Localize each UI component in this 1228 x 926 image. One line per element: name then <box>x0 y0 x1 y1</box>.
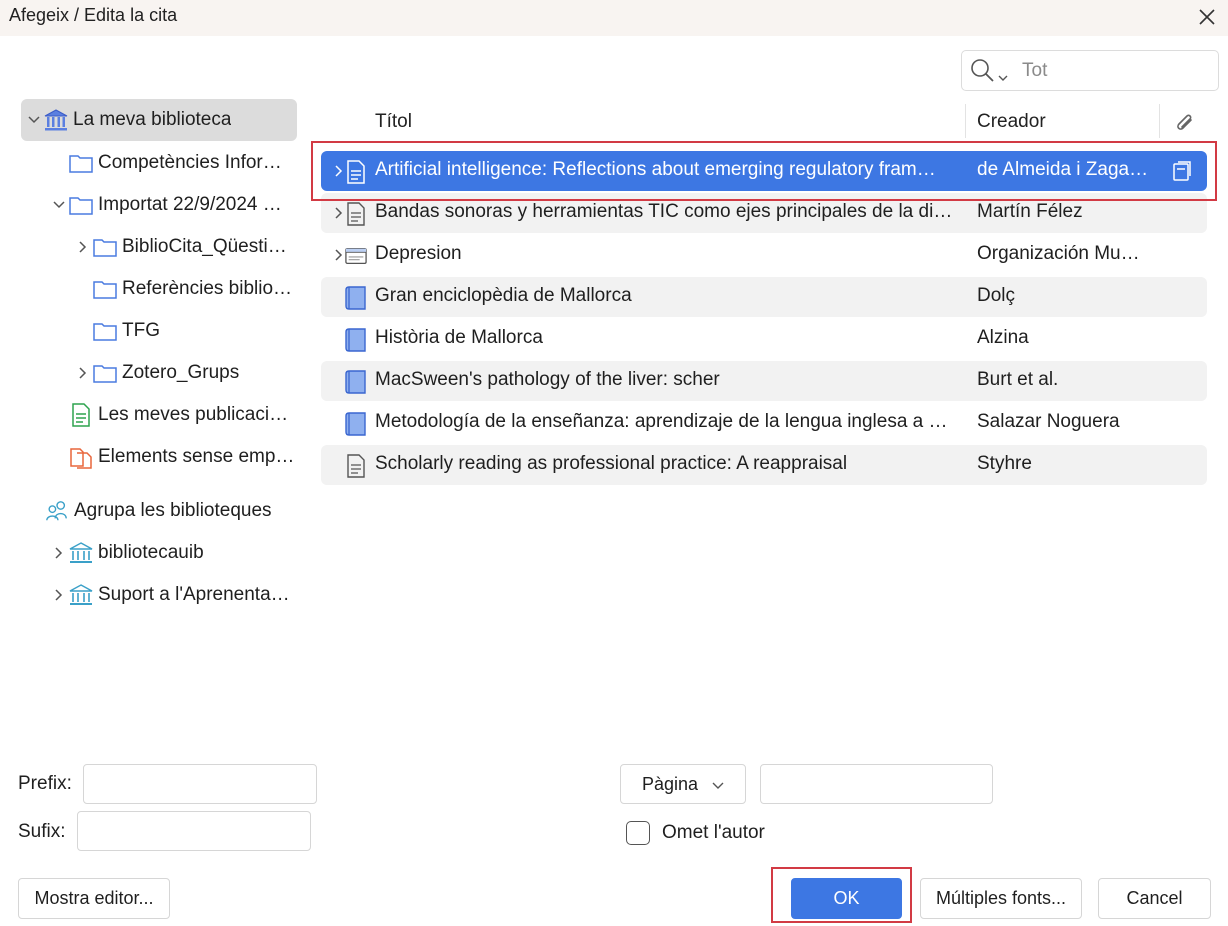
row-title: Metodología de la enseñanza: aprendizaje… <box>375 411 948 432</box>
table-row[interactable]: Història de Mallorca Alzina <box>321 319 1207 359</box>
tree-item-label: Referències biblio… <box>122 278 293 299</box>
table-row[interactable]: MacSween's pathology of the liver: scher… <box>321 361 1207 401</box>
tree-item-label: TFG <box>122 320 160 341</box>
tree-item-tfg[interactable]: TFG <box>93 310 297 352</box>
search-box[interactable]: Tot <box>961 50 1219 91</box>
folder-icon <box>93 235 117 259</box>
tree-item-references[interactable]: Referències biblio… <box>93 268 297 310</box>
row-creator: Dolç <box>977 285 1016 306</box>
suffix-input[interactable] <box>77 811 311 851</box>
tree-item-suport[interactable]: Suport a l'Aprenenta… <box>49 574 297 616</box>
omit-author-checkbox[interactable] <box>626 821 650 845</box>
tree-item-label: Elements sense emp… <box>98 446 295 467</box>
unfiled-items-icon <box>69 445 93 469</box>
folder-icon <box>93 277 117 301</box>
row-creator: Salazar Noguera <box>977 411 1120 432</box>
chevron-right-icon[interactable] <box>49 585 69 605</box>
prefix-label: Prefix: <box>18 773 72 794</box>
row-title: Gran enciclopèdia de Mallorca <box>375 285 632 306</box>
table-row[interactable]: Gran enciclopèdia de Mallorca Dolç <box>321 277 1207 317</box>
chevron-down-icon[interactable] <box>24 110 44 130</box>
table-row[interactable]: Metodología de la enseñanza: aprendizaje… <box>321 403 1207 443</box>
highlight-selected-row <box>311 141 1217 201</box>
tree-item-label: bibliotecauib <box>98 542 204 563</box>
chevron-right-icon[interactable] <box>49 543 69 563</box>
locator-input[interactable] <box>760 764 993 804</box>
chevron-down-icon[interactable] <box>49 195 69 215</box>
close-icon[interactable] <box>1192 2 1222 32</box>
tree-item-label: Importat 22/9/2024 … <box>98 194 282 215</box>
chevron-down-icon[interactable] <box>998 67 1008 89</box>
library-icon <box>44 108 68 132</box>
table-row[interactable]: Scholarly reading as professional practi… <box>321 445 1207 485</box>
search-icon[interactable] <box>970 58 996 90</box>
locator-select[interactable]: Pàgina <box>620 764 746 804</box>
tree-item-imported[interactable]: Importat 22/9/2024 … <box>49 184 297 226</box>
folder-icon <box>69 151 93 175</box>
tree-item-group-libraries[interactable]: Agrupa les biblioteques <box>45 490 297 532</box>
document-icon <box>345 202 367 226</box>
tree-item-label: La meva biblioteca <box>73 109 232 130</box>
tree-item-unfiled[interactable]: Elements sense emp… <box>69 436 297 478</box>
row-creator: Burt et al. <box>977 369 1059 390</box>
paperclip-icon[interactable] <box>1171 104 1197 140</box>
row-creator: Alzina <box>977 327 1029 348</box>
chevron-right-icon[interactable] <box>73 363 93 383</box>
row-title: MacSween's pathology of the liver: scher <box>375 369 720 390</box>
omit-author-label[interactable]: Omet l'autor <box>662 822 765 844</box>
column-divider[interactable] <box>1159 104 1160 138</box>
row-title: Història de Mallorca <box>375 327 543 348</box>
highlight-ok-button <box>771 867 912 923</box>
window-title: Afegeix / Edita la cita <box>9 5 178 25</box>
group-library-icon <box>69 583 93 607</box>
locator-select-value: Pàgina <box>641 773 699 794</box>
book-icon <box>345 370 367 394</box>
tree-item-zotero-grups[interactable]: Zotero_Grups <box>73 352 297 394</box>
row-title: Depresion <box>375 243 462 264</box>
row-creator: Styhre <box>977 453 1032 474</box>
tree-item-competencies[interactable]: Competències Infor… <box>69 142 297 184</box>
folder-icon <box>93 361 117 385</box>
tree-item-bibliocita[interactable]: BiblioCita_Qüesti… <box>73 226 297 268</box>
document-icon <box>345 454 367 478</box>
tree-item-my-library[interactable]: La meva biblioteca <box>21 99 297 141</box>
tree-item-label: Zotero_Grups <box>122 362 240 383</box>
publications-icon <box>69 403 93 427</box>
search-input[interactable]: Tot <box>1022 60 1047 82</box>
group-library-icon <box>69 541 93 565</box>
folder-icon <box>69 193 93 217</box>
group-icon <box>45 499 69 523</box>
folder-icon <box>93 319 117 343</box>
suffix-label: Sufix: <box>18 821 66 842</box>
tree-item-bibliotecauib[interactable]: bibliotecauib <box>49 532 297 574</box>
title-bar: Afegeix / Edita la cita <box>0 0 1228 36</box>
column-divider[interactable] <box>965 104 966 138</box>
book-icon <box>345 328 367 352</box>
column-header-creator[interactable]: Creador <box>977 104 1046 140</box>
tree-item-my-publications[interactable]: Les meves publicaci… <box>69 394 297 436</box>
webpage-icon <box>345 244 367 268</box>
tree-item-label: Suport a l'Aprenenta… <box>98 584 290 605</box>
show-editor-button[interactable]: Mostra editor... <box>18 878 170 919</box>
row-title: Scholarly reading as professional practi… <box>375 453 848 474</box>
book-icon <box>345 286 367 310</box>
row-creator: Organización Mu… <box>977 243 1140 264</box>
prefix-input[interactable] <box>83 764 317 804</box>
table-row[interactable]: Depresion Organización Mu… <box>321 235 1207 275</box>
chevron-down-icon <box>712 774 724 795</box>
tree-item-label: Les meves publicaci… <box>98 404 289 425</box>
multiple-sources-button[interactable]: Múltiples fonts... <box>920 878 1082 919</box>
chevron-right-icon[interactable] <box>73 237 93 257</box>
row-creator: Martín Félez <box>977 201 1083 222</box>
row-title: Bandas sonoras y herramientas TIC como e… <box>375 201 953 222</box>
tree-item-label: Agrupa les biblioteques <box>74 500 272 521</box>
column-header-title[interactable]: Títol <box>375 104 412 140</box>
tree-item-label: Competències Infor… <box>98 152 282 173</box>
book-icon <box>345 412 367 436</box>
tree-item-label: BiblioCita_Qüesti… <box>122 236 287 257</box>
cancel-button[interactable]: Cancel <box>1098 878 1211 919</box>
